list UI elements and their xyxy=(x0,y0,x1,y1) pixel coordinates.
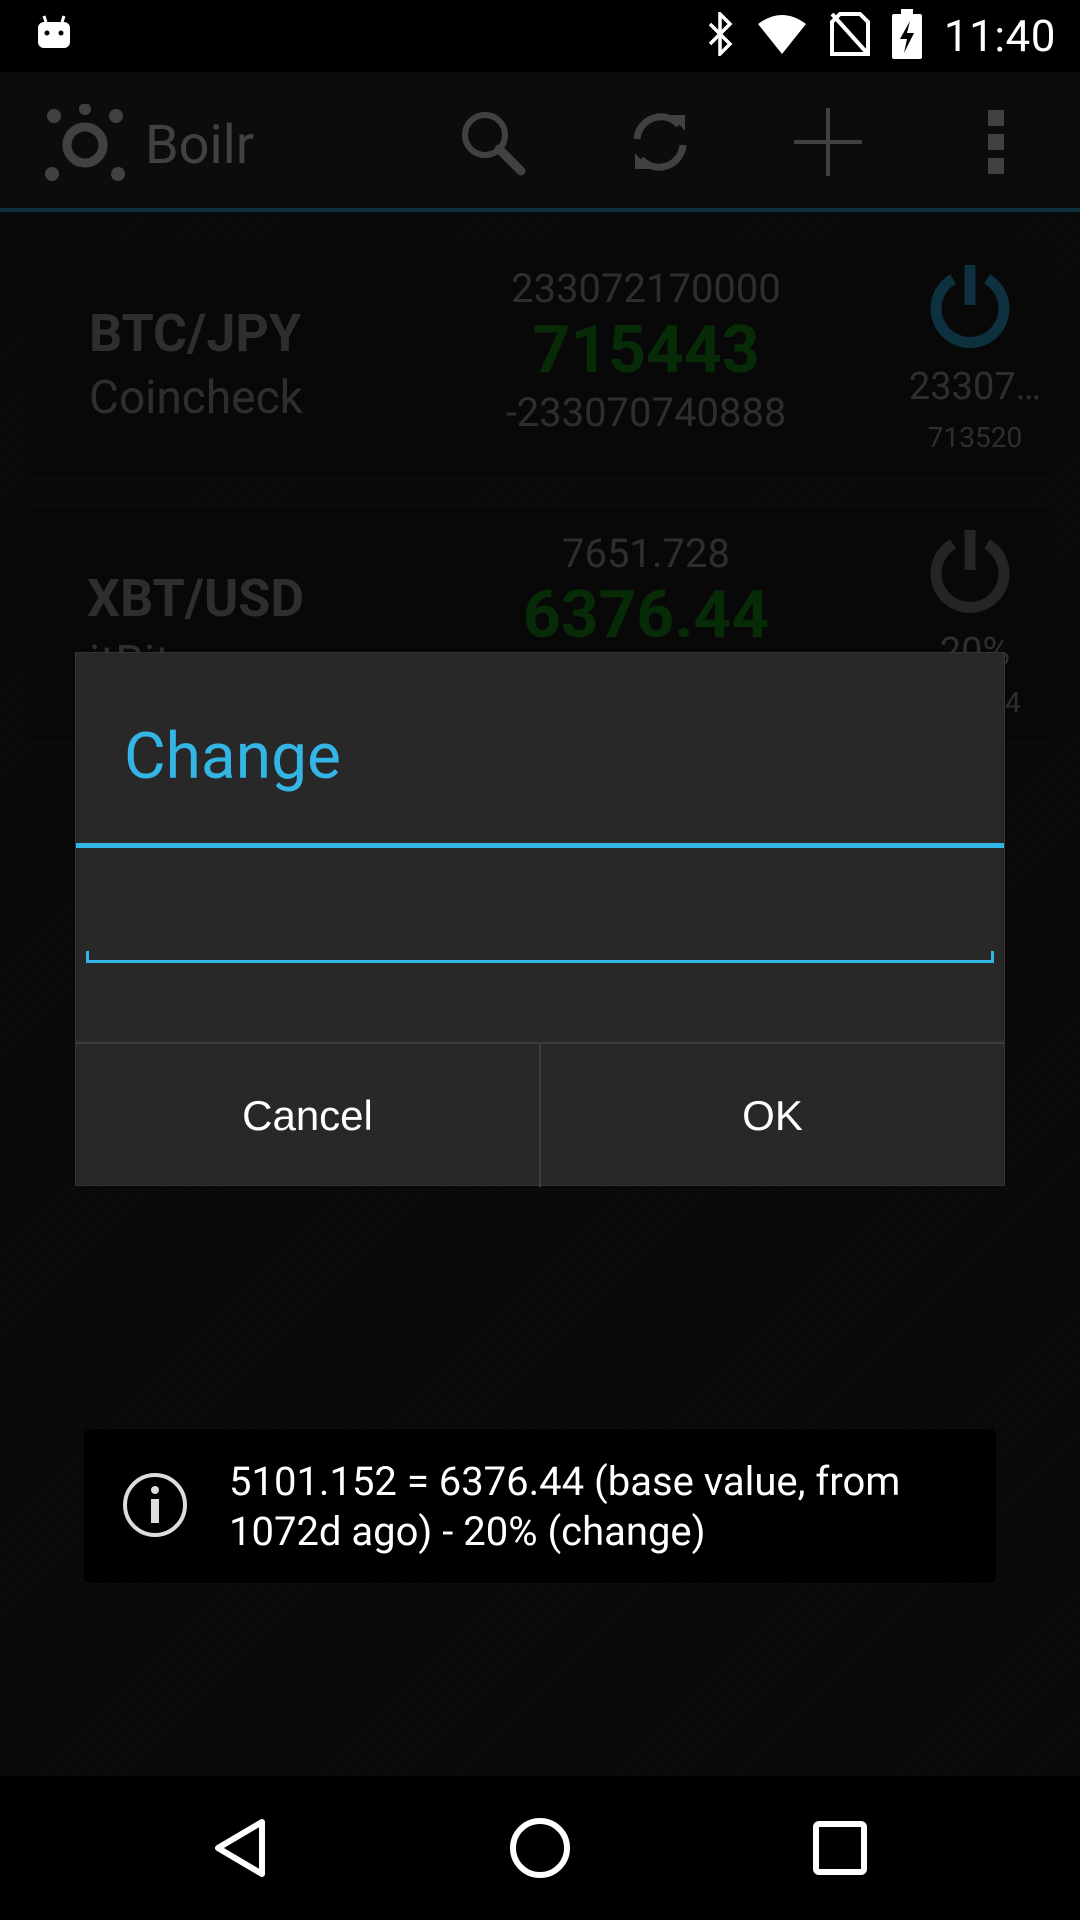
dialog-title-divider xyxy=(76,843,1004,848)
info-toast: 5101.152 = 6376.44 (base value, from 107… xyxy=(84,1429,996,1583)
info-icon xyxy=(122,1472,188,1542)
dialog-title: Change xyxy=(124,719,341,794)
wifi-icon xyxy=(756,14,808,58)
status-bar: 11:40 xyxy=(0,0,1080,72)
no-sim-icon xyxy=(829,12,870,60)
status-time: 11:40 xyxy=(943,10,1056,62)
back-icon[interactable] xyxy=(200,1808,280,1888)
toast-message: 5101.152 = 6376.44 (base value, from 107… xyxy=(229,1458,901,1555)
navigation-bar xyxy=(0,1776,1080,1920)
bluetooth-icon xyxy=(706,9,734,60)
battery-charging-icon xyxy=(891,9,922,63)
android-debug-icon xyxy=(36,14,72,54)
dialog-button-bar: Cancel OK xyxy=(76,1042,1004,1187)
cancel-button[interactable]: Cancel xyxy=(76,1044,541,1187)
input-underline xyxy=(86,951,994,963)
change-input[interactable] xyxy=(86,873,994,953)
change-dialog: Change Cancel OK xyxy=(75,652,1005,1187)
ok-button[interactable]: OK xyxy=(541,1044,1004,1187)
home-icon[interactable] xyxy=(500,1808,580,1888)
recents-icon[interactable] xyxy=(800,1808,880,1888)
